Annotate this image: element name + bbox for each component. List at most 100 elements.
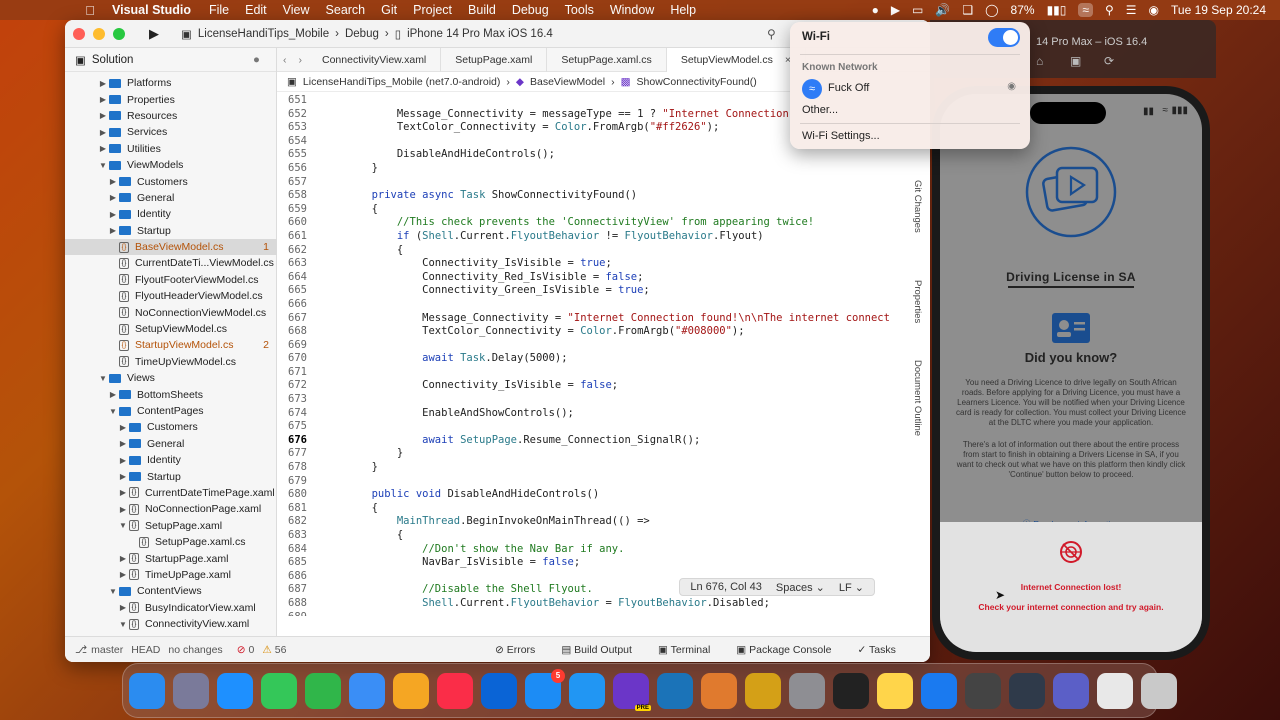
search-icon[interactable]: ⚲ <box>767 27 776 41</box>
settings-icon[interactable] <box>789 672 825 709</box>
branch-name[interactable]: master <box>91 644 123 656</box>
notes-icon[interactable] <box>877 672 913 709</box>
tasks-panel-button[interactable]: ✓ Tasks <box>857 644 895 656</box>
code-line[interactable]: 660 //This check prevents the 'Connectiv… <box>277 216 930 230</box>
line-number[interactable]: 675 <box>277 420 321 434</box>
tab-connectivityview[interactable]: ConnectivityView.xaml <box>308 47 442 72</box>
appstore-icon[interactable]: 5 <box>525 668 565 709</box>
sidebar-item[interactable]: ▶ Services <box>65 124 277 140</box>
line-number[interactable]: 660 <box>277 216 321 230</box>
sidebar-item[interactable]: {} NoConnectionViewModel.cs <box>65 304 277 320</box>
sidebar-item[interactable]: ▶{} StartupPage.xaml <box>65 550 277 566</box>
chevron-right-icon[interactable]: ▶ <box>117 439 129 448</box>
sidebar-item[interactable]: ▶ General <box>65 436 277 452</box>
line-number[interactable]: 689 <box>277 611 321 616</box>
line-number[interactable]: 667 <box>277 312 321 326</box>
line-number[interactable]: 686 <box>277 570 321 584</box>
chevron-down-icon[interactable]: ▼ <box>97 374 109 383</box>
package-console-panel-button[interactable]: ▣ Package Console <box>736 644 831 656</box>
onedrive-icon[interactable] <box>481 672 517 709</box>
device-selector[interactable]: iPhone 14 Pro Max iOS 16.4 <box>407 28 553 40</box>
sidebar-item[interactable]: ▼ ContentPages <box>65 403 277 419</box>
menu-file[interactable]: File <box>201 3 237 17</box>
code-line[interactable]: 677 } <box>277 447 930 461</box>
indent-selector[interactable]: Spaces ⌄ <box>776 581 825 594</box>
properties-tab[interactable]: Properties <box>912 280 923 323</box>
code-line[interactable]: 665 Connectivity_Green_IsVisible = true; <box>277 284 930 298</box>
chevron-right-icon[interactable]: ▶ <box>117 505 129 514</box>
sidebar-item[interactable]: ▶ Startup <box>65 468 277 484</box>
sidebar-item[interactable]: ▶ Customers <box>65 173 277 189</box>
line-number[interactable]: 674 <box>277 407 321 421</box>
tab-setuppage-cs[interactable]: SetupPage.xaml.cs <box>547 47 667 72</box>
code-line[interactable]: 662 { <box>277 244 930 258</box>
line-number[interactable]: 679 <box>277 475 321 489</box>
code-line[interactable]: 679 <box>277 475 930 489</box>
code-line[interactable]: 680 public void DisableAndHideControls() <box>277 488 930 502</box>
sidebar-item[interactable]: ▼ Views <box>65 370 277 386</box>
line-number[interactable]: 656 <box>277 162 321 176</box>
code-line[interactable]: 667 Message_Connectivity = "Internet Con… <box>277 312 930 326</box>
record-icon[interactable]: ● <box>872 3 879 17</box>
sidebar-item[interactable]: ▶ Platforms <box>65 75 277 91</box>
line-number[interactable]: 653 <box>277 121 321 135</box>
sidebar-item[interactable]: ▶ Resources <box>65 108 277 124</box>
voice-memos-icon[interactable] <box>833 672 869 709</box>
menu-debug[interactable]: Debug <box>504 3 557 17</box>
line-number[interactable]: 654 <box>277 135 321 149</box>
menu-edit[interactable]: Edit <box>237 3 275 17</box>
sidebar-item[interactable]: ▼ ViewModels <box>65 157 277 173</box>
sidebar-item[interactable]: ▶ Properties <box>65 91 277 107</box>
chevron-down-icon[interactable]: ▼ <box>107 407 119 416</box>
code-line[interactable]: 678 } <box>277 461 930 475</box>
code-line[interactable]: 673 <box>277 393 930 407</box>
line-number[interactable]: 680 <box>277 488 321 502</box>
breadcrumb-class[interactable]: BaseViewModel <box>530 76 605 88</box>
errors-panel-button[interactable]: ⊘ Errors <box>495 644 535 656</box>
zoom-window-button[interactable] <box>113 27 125 40</box>
sidebar-item[interactable]: {} SetupPage.xaml.cs <box>65 534 277 550</box>
sidebar-item[interactable]: ▶ Identity <box>65 206 277 222</box>
line-number[interactable]: 655 <box>277 148 321 162</box>
code-line[interactable]: 663 Connectivity_IsVisible = true; <box>277 257 930 271</box>
game-icon[interactable] <box>701 672 737 709</box>
menu-help[interactable]: Help <box>662 3 704 17</box>
terminal-panel-button[interactable]: ▣ Terminal <box>658 644 710 656</box>
config-selector[interactable]: Debug <box>345 28 379 40</box>
eol-selector[interactable]: LF ⌄ <box>839 581 864 594</box>
sidebar-item[interactable]: ▶{} CurrentDateTimePage.xaml <box>65 485 277 501</box>
code-line[interactable]: 666 <box>277 298 930 312</box>
code-line[interactable]: 689 <box>277 611 930 616</box>
teams-icon[interactable] <box>1053 672 1089 709</box>
sidebar-item[interactable]: ▼{} ConnectivityView.xaml <box>65 616 277 632</box>
chevron-right-icon[interactable]: ▶ <box>107 193 119 202</box>
line-number[interactable]: 688 <box>277 597 321 611</box>
chevron-right-icon[interactable]: ▶ <box>107 226 119 235</box>
code-area[interactable]: 651 652 Message_Connectivity = messageTyp… <box>277 94 930 616</box>
chevron-right-icon[interactable]: ▶ <box>97 95 109 104</box>
code-line[interactable]: 657 <box>277 176 930 190</box>
code-line[interactable]: 661 if (Shell.Current.FlyoutBehavior != … <box>277 230 930 244</box>
messages-icon[interactable] <box>261 672 297 709</box>
menu-build[interactable]: Build <box>460 3 504 17</box>
chevron-right-icon[interactable]: ▶ <box>107 177 119 186</box>
code-line[interactable]: 664 Connectivity_Red_IsVisible = false; <box>277 271 930 285</box>
line-number[interactable]: 670 <box>277 352 321 366</box>
line-number[interactable]: 651 <box>277 94 321 108</box>
pineapple-icon[interactable] <box>745 672 781 709</box>
chevron-right-icon[interactable]: ▶ <box>117 488 129 497</box>
document-outline-tab[interactable]: Document Outline <box>912 360 923 436</box>
build-output-panel-button[interactable]: ▤ Build Output <box>561 644 632 656</box>
sidebar-item[interactable]: {} FlyoutFooterViewModel.cs <box>65 272 277 288</box>
instruments-icon[interactable] <box>965 672 1001 709</box>
chevron-right-icon[interactable]: ▶ <box>97 128 109 137</box>
code-line[interactable]: 674 EnableAndShowControls(); <box>277 407 930 421</box>
line-number[interactable]: 681 <box>277 502 321 516</box>
sidebar-item[interactable]: ▶ Utilities <box>65 141 277 157</box>
code-line[interactable]: 672 Connectivity_IsVisible = false; <box>277 379 930 393</box>
sidebar-item[interactable]: ▶{} NoConnectionPage.xaml <box>65 501 277 517</box>
line-number[interactable]: 668 <box>277 325 321 339</box>
wireshark-icon[interactable] <box>657 672 693 709</box>
chevron-right-icon[interactable]: ▶ <box>107 390 119 399</box>
tab-setuppage[interactable]: SetupPage.xaml <box>441 47 548 72</box>
